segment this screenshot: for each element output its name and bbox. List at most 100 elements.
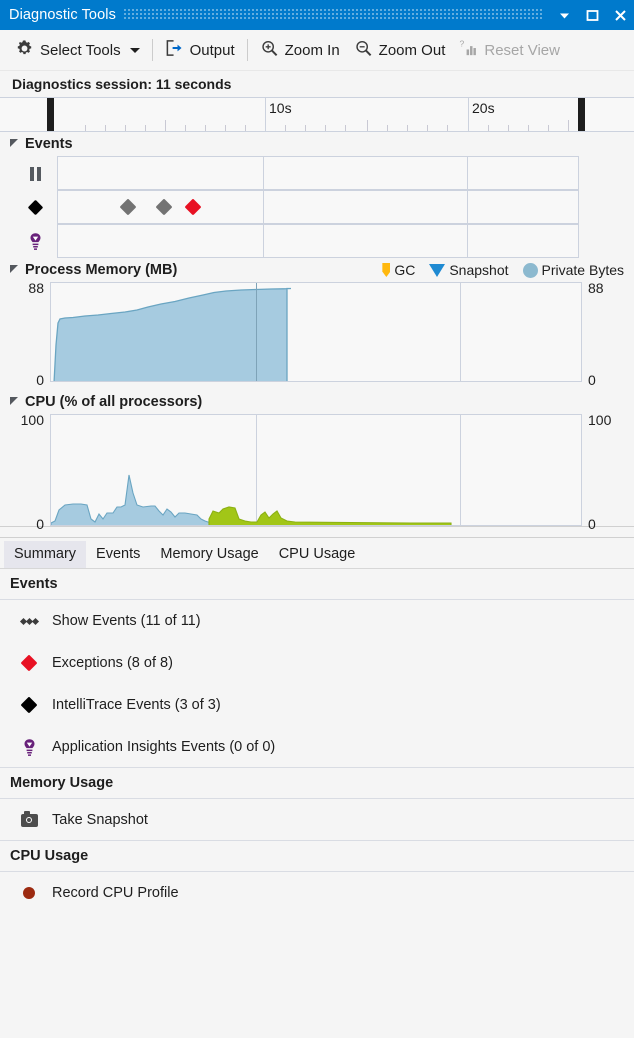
memory-chart-header[interactable]: Process Memory (MB) GC Snapshot Private …	[0, 258, 634, 282]
toolbar-separator	[151, 39, 153, 61]
record-dot-icon	[20, 884, 38, 902]
tab-summary[interactable]: Summary	[4, 541, 87, 568]
summary-group-memory-usage: Memory Usage	[0, 767, 634, 799]
tab-events[interactable]: Events	[86, 541, 150, 568]
zoom-in-button[interactable]: Zoom In	[253, 35, 347, 65]
memory-area-series	[53, 287, 292, 381]
memory-axis-max: 88	[28, 280, 44, 296]
collapse-triangle-icon	[10, 397, 18, 405]
pause-icon	[24, 156, 46, 190]
legend-snapshot-label: Snapshot	[449, 262, 509, 278]
memory-axis-min: 0	[36, 372, 44, 388]
cpu-axis-min-right: 0	[588, 516, 596, 532]
select-tools-label: Select Tools	[40, 41, 121, 59]
chevron-down-icon[interactable]	[550, 0, 578, 30]
legend-private-bytes-label: Private Bytes	[541, 262, 624, 278]
memory-chart-legend: GC Snapshot Private Bytes	[373, 262, 634, 278]
take-snapshot-label: Take Snapshot	[52, 812, 148, 828]
panel-splitter[interactable]	[0, 526, 634, 538]
show-events-icon	[19, 612, 39, 630]
circle-icon	[522, 262, 538, 278]
zoom-out-label: Zoom Out	[378, 41, 446, 59]
event-marker-intellitrace[interactable]	[155, 198, 173, 216]
memory-cursor-line[interactable]	[256, 283, 257, 381]
legend-gc: GC	[382, 262, 415, 278]
memory-chart-title: Process Memory (MB)	[25, 262, 178, 278]
collapse-triangle-icon	[10, 139, 18, 147]
selection-handle-right[interactable]	[578, 98, 585, 131]
reset-view-icon: ?	[459, 38, 478, 62]
select-tools-button[interactable]: Select Tools	[8, 35, 147, 65]
svg-text:?: ?	[460, 39, 465, 49]
cpu-axis-max-right: 100	[588, 412, 612, 428]
selection-handle-left[interactable]	[47, 98, 54, 131]
intellitrace-diamond-icon	[20, 696, 38, 714]
output-icon	[165, 39, 184, 61]
cpu-chart-header[interactable]: CPU (% of all processors)	[0, 390, 634, 414]
memory-chart: 88 0 88 0	[0, 280, 634, 388]
show-events-label: Show Events (11 of 11)	[52, 613, 201, 629]
memory-axis-max-right: 88	[588, 280, 604, 296]
reset-view-button[interactable]: ? Reset View	[452, 35, 567, 65]
collapse-triangle-icon	[10, 265, 18, 273]
list-item-application-insights-events[interactable]: Application Insights Events (0 of 0)	[0, 726, 634, 768]
timeline-ruler[interactable]: 10s 20s	[0, 97, 634, 132]
diamond-icon	[24, 190, 46, 224]
ruler-label-10s: 10s	[269, 100, 292, 116]
triangle-down-icon	[429, 263, 446, 277]
session-status: Diagnostics session: 11 seconds	[0, 71, 634, 97]
diagnostic-tools-window: Diagnostic Tools Select Tools Output Zoo…	[0, 0, 634, 1038]
cpu-axis-right: 100 0	[582, 412, 634, 532]
camera-icon	[20, 810, 38, 829]
legend-private-bytes: Private Bytes	[522, 262, 624, 278]
summary-group-cpu-usage: CPU Usage	[0, 840, 634, 872]
memory-plot-area[interactable]	[50, 282, 582, 382]
cpu-chart-title: CPU (% of all processors)	[25, 394, 203, 410]
exception-diamond-icon	[20, 654, 38, 672]
zoom-out-icon	[354, 39, 373, 62]
lightbulb-icon	[24, 224, 46, 258]
title-bar-grip[interactable]	[123, 9, 542, 21]
list-item-intellitrace-events[interactable]: IntelliTrace Events (3 of 3)	[0, 684, 634, 726]
list-item-take-snapshot[interactable]: Take Snapshot	[0, 799, 634, 841]
legend-snapshot: Snapshot	[429, 262, 509, 278]
gc-marker-icon	[382, 263, 391, 277]
exceptions-label: Exceptions (8 of 8)	[52, 655, 173, 671]
list-item-record-cpu-profile[interactable]: Record CPU Profile	[0, 872, 634, 914]
chevron-down-icon	[129, 47, 140, 53]
events-section-title: Events	[25, 136, 73, 152]
zoom-out-button[interactable]: Zoom Out	[347, 35, 453, 65]
toolbar: Select Tools Output Zoom In Zoom Out ? R…	[0, 30, 634, 71]
title-bar: Diagnostic Tools	[0, 0, 634, 30]
cpu-axis-min: 0	[36, 516, 44, 532]
event-marker-exception[interactable]	[184, 198, 202, 216]
cpu-plot-area[interactable]	[50, 414, 582, 526]
close-icon[interactable]	[606, 0, 634, 30]
lightbulb-icon	[20, 738, 38, 756]
list-item-show-events[interactable]: Show Events (11 of 11)	[0, 600, 634, 642]
tab-cpu-usage[interactable]: CPU Usage	[269, 541, 366, 568]
output-button[interactable]: Output	[158, 35, 242, 65]
memory-axis-left: 88 0	[0, 280, 50, 388]
tab-memory-usage[interactable]: Memory Usage	[150, 541, 268, 568]
cpu-axis-left: 100 0	[0, 412, 50, 532]
events-lanes	[0, 156, 634, 258]
memory-axis-min-right: 0	[588, 372, 596, 388]
toolbar-separator	[246, 39, 248, 61]
application-insights-events-label: Application Insights Events (0 of 0)	[52, 739, 276, 755]
events-section-header[interactable]: Events	[0, 132, 634, 156]
ruler-label-20s: 20s	[472, 100, 495, 116]
summary-group-events: Events	[0, 569, 634, 600]
gear-icon	[15, 39, 34, 62]
cpu-area-series	[51, 474, 452, 525]
maximize-icon[interactable]	[578, 0, 606, 30]
lane-app-insights[interactable]	[57, 224, 579, 258]
lane-pause[interactable]	[57, 156, 579, 190]
zoom-in-label: Zoom In	[284, 41, 340, 59]
event-marker-intellitrace[interactable]	[119, 198, 137, 216]
detail-tabs: Summary Events Memory Usage CPU Usage	[0, 538, 634, 569]
list-item-exceptions[interactable]: Exceptions (8 of 8)	[0, 642, 634, 684]
reset-view-label: Reset View	[484, 41, 560, 59]
lane-intellitrace[interactable]	[57, 190, 579, 224]
output-label: Output	[189, 41, 235, 59]
